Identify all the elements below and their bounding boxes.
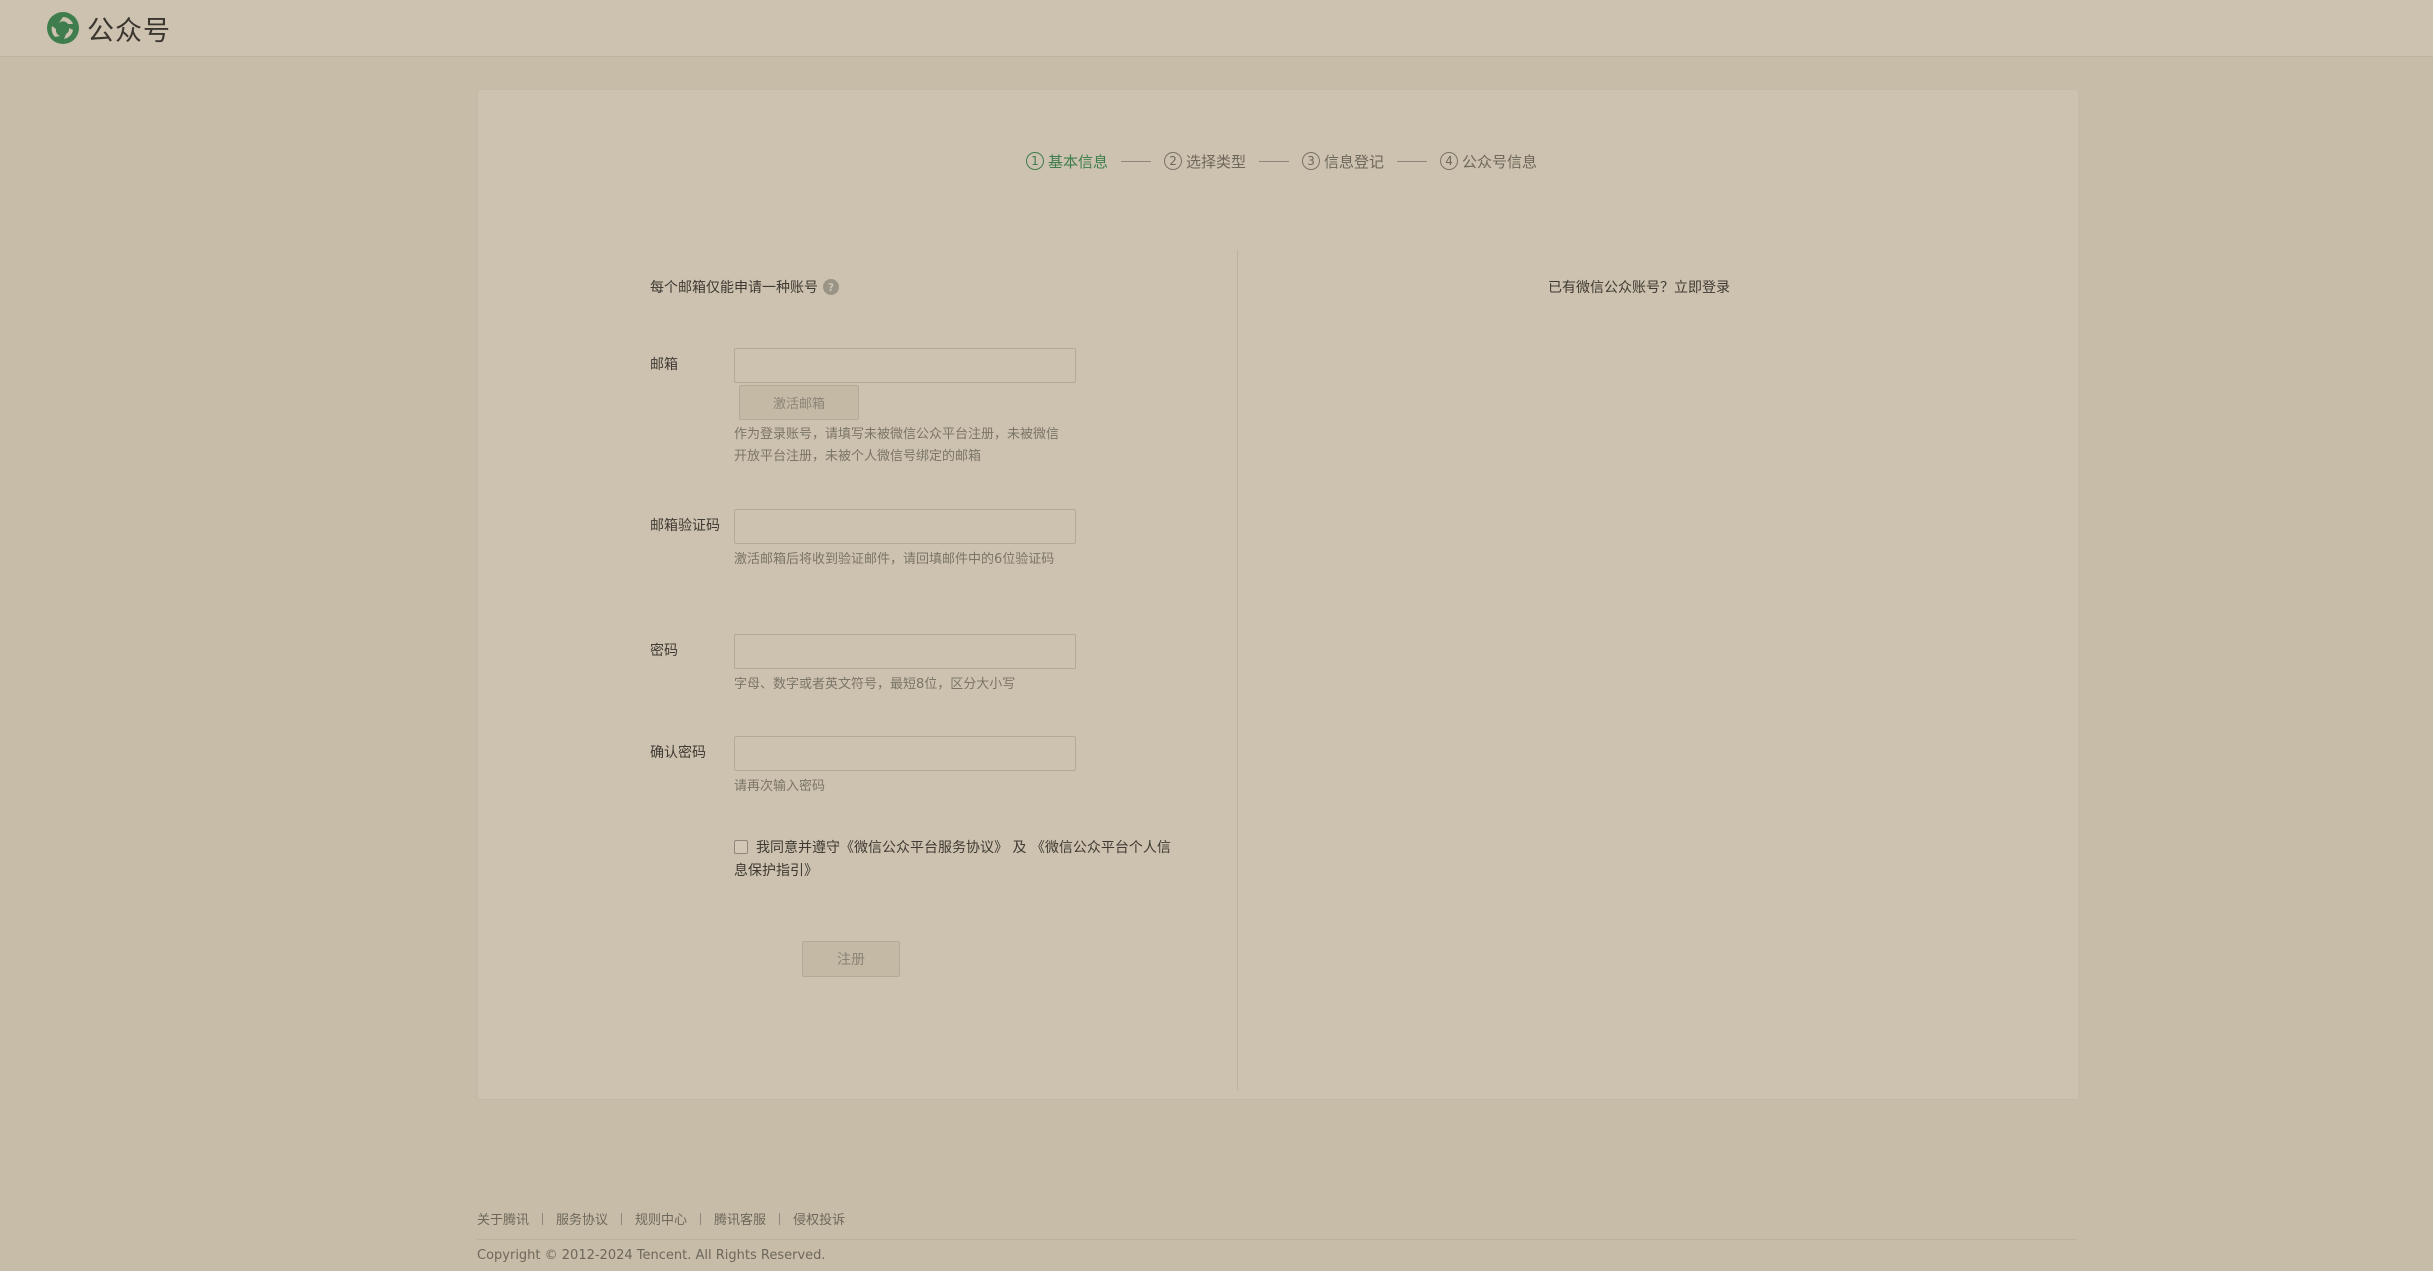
step-label: 公众号信息 (1462, 152, 1538, 171)
column-divider (1237, 250, 1238, 1090)
form-tip-text: 每个邮箱仅能申请一种账号 (650, 280, 818, 296)
wechat-official-account-logo-icon (46, 11, 80, 45)
confirm-password-hint: 请再次输入密码 (734, 779, 826, 794)
agreement: 我同意并遵守《微信公众平台服务协议》 及 《微信公众平台个人信息保护指引》 (734, 837, 1184, 883)
step-account-info: 4 公众号信息 (1440, 151, 1537, 172)
footer-links: 关于腾讯 服务协议 规则中心 腾讯客服 侵权投诉 (477, 1209, 845, 1228)
password-label: 密码 (650, 643, 678, 659)
step-number: 2 (1164, 152, 1183, 170)
password-hint: 字母、数字或者英文符号，最短8位，区分大小写 (734, 677, 1016, 692)
footer-link-about[interactable]: 关于腾讯 (477, 1209, 529, 1228)
step-separator (1121, 160, 1152, 162)
footer-link-complaint[interactable]: 侵权投诉 (793, 1209, 845, 1228)
step-number: 4 (1440, 152, 1459, 170)
register-card: 1 基本信息 2 选择类型 3 信息登记 4 公众号信息 每个邮箱仅能申请一种账… (477, 89, 2079, 1100)
register-button[interactable]: 注册 (802, 941, 900, 977)
email-hint: 作为登录账号，请填写未被微信公众平台注册，未被微信开放平台注册，未被个人微信号绑… (734, 427, 1060, 464)
activate-email-button[interactable]: 激活邮箱 (739, 385, 859, 420)
step-info-register: 3 信息登记 (1302, 151, 1384, 172)
footer-separator (779, 1212, 781, 1225)
copyright: Copyright © 2012-2024 Tencent. All Right… (477, 1248, 826, 1263)
step-indicator: 1 基本信息 2 选择类型 3 信息登记 4 公众号信息 (1026, 149, 1537, 173)
step-separator (1397, 160, 1428, 162)
step-label: 选择类型 (1186, 152, 1247, 171)
step-number: 1 (1026, 152, 1044, 170)
logo-text: 公众号 (87, 15, 171, 47)
footer-separator (542, 1212, 544, 1225)
help-icon[interactable]: ? (823, 279, 839, 295)
existing-account-prompt: 已有微信公众账号？立即登录 (1548, 277, 1730, 297)
logo[interactable]: 公众号 (46, 10, 171, 47)
email-code-label: 邮箱验证码 (650, 518, 720, 534)
top-bar: 公众号 (0, 0, 2433, 57)
email-code-input[interactable] (734, 509, 1076, 544)
confirm-password-label: 确认密码 (650, 745, 706, 761)
step-number: 3 (1302, 152, 1321, 170)
footer-link-customer-service[interactable]: 腾讯客服 (714, 1209, 766, 1228)
service-agreement-link[interactable]: 《微信公众平台服务协议》 (840, 840, 1008, 856)
agree-prefix: 我同意并遵守 (756, 840, 840, 856)
email-label: 邮箱 (650, 357, 678, 373)
email-code-hint: 激活邮箱后将收到验证邮件，请回填邮件中的6位验证码 (734, 552, 1055, 567)
step-label: 信息登记 (1324, 152, 1385, 171)
step-select-type: 2 选择类型 (1164, 151, 1246, 172)
login-link[interactable]: 立即登录 (1674, 280, 1730, 296)
footer-separator (621, 1212, 623, 1225)
confirm-password-input[interactable] (734, 736, 1076, 771)
agree-and: 及 (1008, 840, 1031, 856)
step-separator (1259, 160, 1290, 162)
email-input[interactable] (734, 348, 1076, 383)
footer-divider (477, 1239, 2077, 1240)
footer-separator (700, 1212, 702, 1225)
footer-link-service-agreement[interactable]: 服务协议 (556, 1209, 608, 1228)
existing-account-text: 已有微信公众账号？ (1548, 280, 1674, 296)
password-input[interactable] (734, 634, 1076, 669)
agree-checkbox[interactable] (734, 840, 748, 854)
step-basic-info: 1 基本信息 (1026, 151, 1108, 172)
footer-link-rules[interactable]: 规则中心 (635, 1209, 687, 1228)
form-tip: 每个邮箱仅能申请一种账号 ? (650, 277, 839, 297)
step-label: 基本信息 (1048, 152, 1109, 171)
